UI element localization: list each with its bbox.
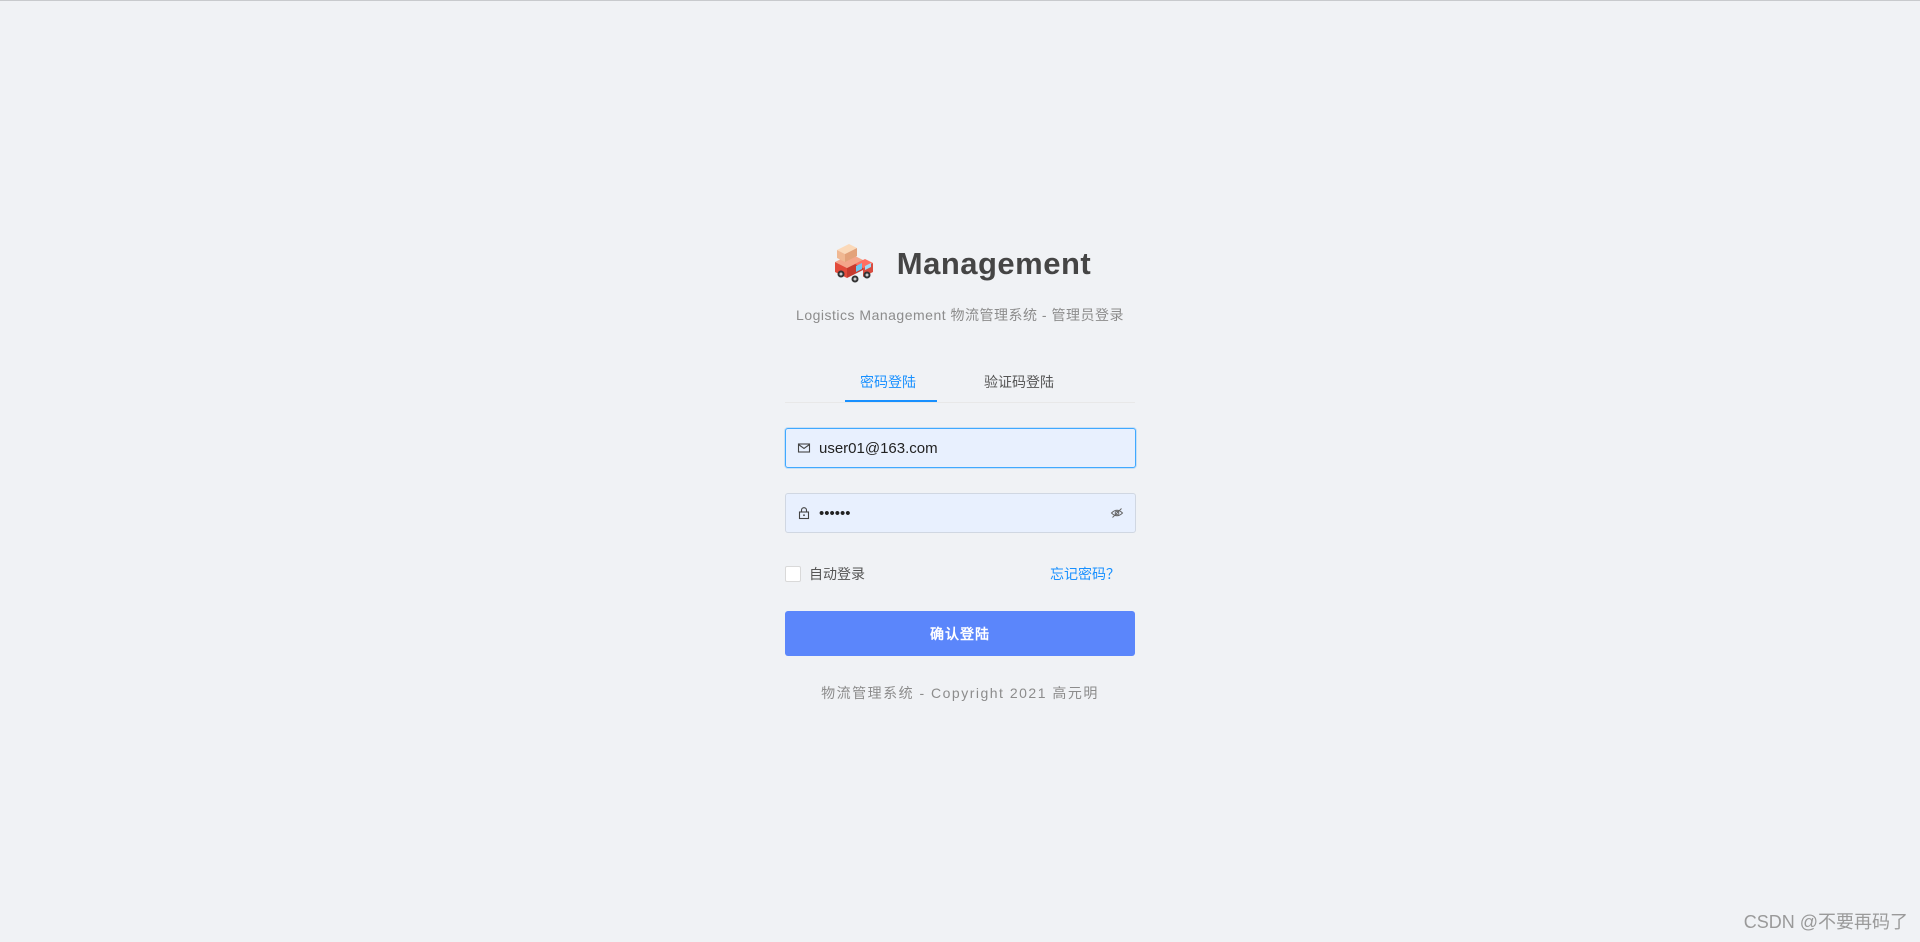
tab-password-login[interactable]: 密码登陆 (860, 372, 916, 392)
tab-code-login[interactable]: 验证码登陆 (984, 372, 1054, 392)
delivery-truck-icon (834, 244, 873, 283)
checkbox-box[interactable] (785, 566, 801, 582)
top-border (0, 0, 1920, 1)
forgot-password-link[interactable]: 忘记密码？ (1050, 564, 1120, 584)
active-tab-indicator (845, 400, 937, 402)
email-input[interactable] (819, 430, 1135, 466)
auto-login-checkbox[interactable]: 自动登录 (785, 564, 865, 584)
email-field[interactable] (785, 428, 1136, 468)
copyright-text: 物流管理系统 - Copyright 2021 高元明 (821, 685, 1099, 701)
password-input[interactable] (819, 495, 1110, 531)
auto-login-label: 自动登录 (809, 566, 865, 582)
brand-header: Management (0, 240, 1920, 288)
password-field[interactable] (785, 493, 1136, 533)
app-title: Management (896, 246, 1092, 281)
eye-invisible-icon[interactable] (1110, 506, 1124, 520)
lock-icon (798, 507, 810, 520)
csdn-watermark: CSDN @不要再码了 (1743, 912, 1908, 932)
app-subtitle: Logistics Management 物流管理系统 - 管理员登录 (796, 307, 1124, 323)
login-submit-button[interactable]: 确认登陆 (785, 611, 1135, 656)
mail-icon (797, 443, 811, 453)
login-tabs: 密码登陆 验证码登陆 (785, 362, 1135, 403)
login-page: Management Logistics Management 物流管理系统 -… (0, 0, 1920, 942)
